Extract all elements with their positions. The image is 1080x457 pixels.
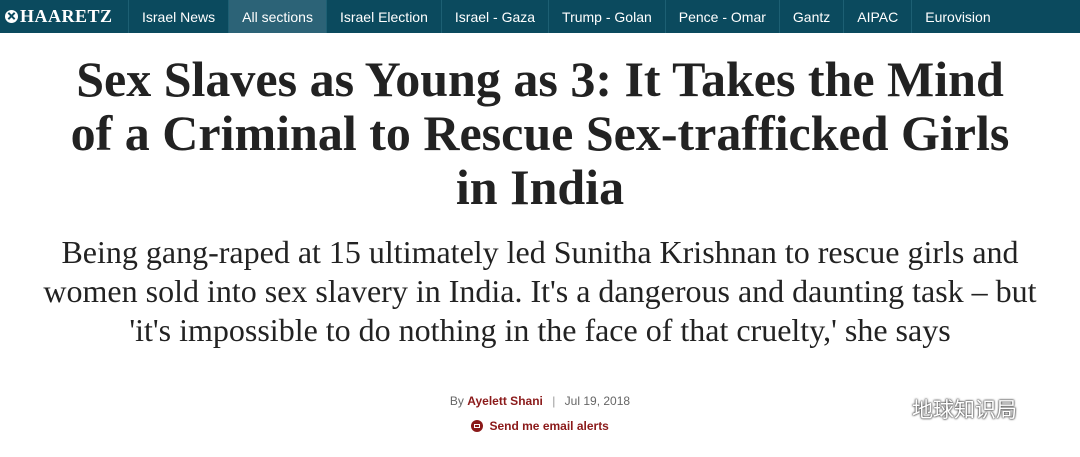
mail-icon <box>471 420 484 432</box>
nav-item-israel-gaza[interactable]: Israel - Gaza <box>440 0 548 33</box>
author-link[interactable]: Ayelett Shani <box>467 394 543 408</box>
top-nav-bar: HAARETZ Israel News All sections Israel … <box>0 0 1080 33</box>
nav-item-israel-news[interactable]: Israel News <box>128 0 228 33</box>
publish-date: Jul 19, 2018 <box>564 394 631 408</box>
byline-separator: | <box>552 394 556 408</box>
logo-mark-icon <box>5 10 18 23</box>
nav-item-eurovision[interactable]: Eurovision <box>911 0 1003 33</box>
watermark: 地球知识局 <box>864 392 1017 426</box>
haaretz-logo[interactable]: HAARETZ <box>0 0 128 33</box>
watermark-text: 地球知识局 <box>912 398 1017 422</box>
nav-item-trump-golan[interactable]: Trump - Golan <box>548 0 665 33</box>
article-headline: Sex Slaves as Young as 3: It Takes the M… <box>70 51 1010 215</box>
nav-item-gantz[interactable]: Gantz <box>778 0 843 33</box>
byline-prefix: By <box>449 394 464 408</box>
logo-text: HAARETZ <box>20 6 113 26</box>
article-subheadline: Being gang-raped at 15 ultimately led Su… <box>43 234 1037 348</box>
nav-item-all-sections[interactable]: All sections <box>228 0 326 33</box>
nav-item-pence-omar[interactable]: Pence - Omar <box>664 0 779 33</box>
nav-item-aipac[interactable]: AIPAC <box>843 0 911 33</box>
email-alerts-label: Send me email alerts <box>489 419 609 433</box>
wechat-icon <box>865 393 905 424</box>
nav-item-israel-election[interactable]: Israel Election <box>325 0 441 33</box>
